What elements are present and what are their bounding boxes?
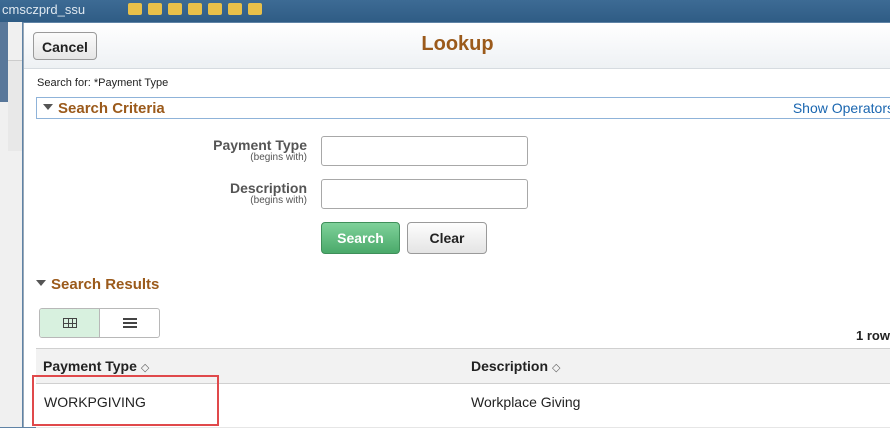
description-label: Description (begins with) (229, 180, 307, 206)
results-view-toggle (39, 308, 160, 338)
star-icon (128, 3, 142, 15)
search-criteria-title: Search Criteria (58, 100, 165, 117)
lookup-modal: Cancel Lookup Search for: *Payment Type … (23, 23, 890, 428)
search-criteria-toggle[interactable]: Search Criteria (43, 100, 165, 117)
payment-type-cell[interactable]: WORKPGIVING (44, 394, 146, 410)
collapse-caret-icon (43, 104, 53, 111)
column-header-description[interactable]: Description ◇ (471, 358, 560, 374)
background-app-sidebar (0, 22, 22, 427)
collapse-caret-icon (36, 280, 46, 287)
row-count: 1 row (856, 328, 890, 343)
clear-button[interactable]: Clear (407, 222, 487, 254)
payment-type-label: Payment Type (begins with) (213, 137, 307, 163)
sort-icon: ◇ (140, 362, 150, 374)
results-grid-header: Payment Type ◇ Description ◇ (36, 348, 890, 384)
grid-view-button[interactable] (40, 309, 100, 337)
background-app-header: cmsczprd_ssu (0, 0, 890, 22)
show-operators-link[interactable]: Show Operators (793, 100, 890, 116)
column-header-payment-type[interactable]: Payment Type ◇ (43, 358, 149, 374)
description-cell[interactable]: Workplace Giving (471, 394, 580, 410)
modal-header: Cancel Lookup (24, 23, 890, 69)
sort-icon: ◇ (552, 362, 561, 374)
background-toolbar-icons (128, 3, 262, 15)
folder-icon (188, 3, 202, 15)
list-icon (122, 317, 137, 329)
search-criteria-section: Search Criteria Show Operators (36, 97, 890, 119)
info-icon (248, 3, 262, 15)
payment-type-input[interactable] (321, 136, 528, 166)
search-button[interactable]: Search (321, 222, 400, 254)
search-for-label: Search for: *Payment Type (37, 77, 169, 89)
modal-title: Lookup (421, 33, 494, 55)
list-view-button[interactable] (100, 309, 159, 337)
grid-icon (62, 318, 77, 328)
folder-icon (148, 3, 162, 15)
search-icon (208, 3, 222, 15)
background-app-title: cmsczprd_ssu (2, 2, 86, 17)
description-input[interactable] (321, 179, 528, 209)
table-row[interactable]: WORKPGIVING Workplace Giving (36, 383, 890, 428)
search-results-title: Search Results (51, 276, 160, 293)
settings-icon (228, 3, 242, 15)
edit-icon (168, 3, 182, 15)
search-results-toggle[interactable]: Search Results (36, 276, 159, 293)
